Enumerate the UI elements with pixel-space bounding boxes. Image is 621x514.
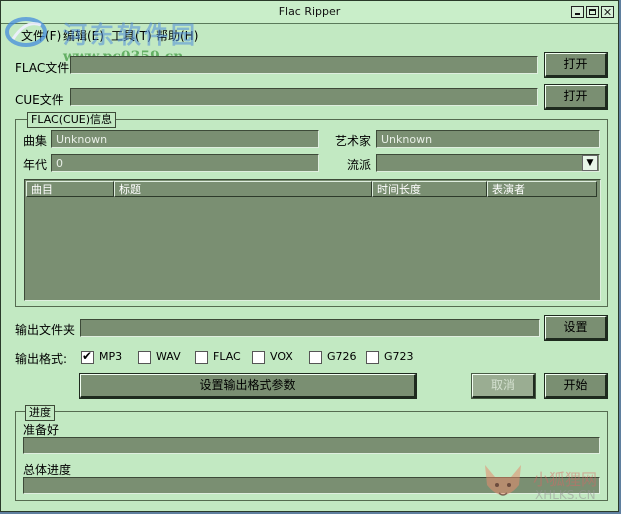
chevron-down-icon[interactable]: ▼	[582, 155, 598, 171]
fox-watermark-icon	[485, 465, 521, 496]
format-g723-label: G723	[384, 350, 414, 363]
format-params-button[interactable]: 设置输出格式参数	[79, 373, 417, 399]
artist-label: 艺术家	[335, 134, 372, 148]
minimize-button[interactable]	[571, 6, 584, 18]
flac-info-group-title: FLAC(CUE)信息	[27, 112, 116, 128]
output-format-label: 输出格式:	[15, 352, 68, 366]
flac-file-label: FLAC文件	[15, 61, 70, 75]
progress-status-label: 准备好	[23, 423, 60, 437]
format-g723-checkbox[interactable]	[366, 351, 379, 364]
watermark-logo-icon	[5, 17, 47, 47]
format-flac-label: FLAC	[213, 350, 241, 363]
format-mp3-checkbox[interactable]	[81, 349, 94, 364]
format-wav-label: WAV	[156, 350, 181, 363]
album-label: 曲集	[23, 134, 48, 148]
watermark-site-name: 河东软件园	[63, 20, 198, 49]
cue-open-button[interactable]: 打开	[544, 84, 608, 110]
format-wav-checkbox[interactable]	[138, 351, 151, 364]
format-g726-label: G726	[327, 350, 357, 363]
format-mp3-label: MP3	[99, 350, 123, 363]
flac-ripper-window: Flac Ripper 文件(F) 编辑(E) 工具(T) 帮助(H) 河东软件…	[0, 0, 619, 512]
year-input[interactable]: 0	[51, 154, 319, 172]
format-g726-checkbox[interactable]	[309, 351, 322, 364]
flac-open-button[interactable]: 打开	[544, 52, 608, 78]
artist-input[interactable]: Unknown	[376, 130, 600, 148]
year-label: 年代	[23, 158, 48, 172]
column-header-title[interactable]: 标题	[114, 181, 372, 197]
overall-progress-label: 总体进度	[23, 463, 72, 477]
cue-file-input[interactable]	[70, 88, 538, 106]
window-controls	[571, 6, 614, 18]
current-progress-bar	[23, 437, 600, 454]
output-folder-input[interactable]	[80, 319, 540, 337]
column-header-track[interactable]: 曲目	[26, 181, 114, 197]
format-flac-checkbox[interactable]	[195, 351, 208, 364]
genre-select[interactable]	[376, 154, 600, 172]
cue-file-label: CUE文件	[15, 93, 64, 107]
column-header-performer[interactable]: 表演者	[487, 181, 597, 197]
flac-file-input[interactable]	[70, 56, 538, 74]
output-settings-button[interactable]: 设置	[544, 315, 608, 341]
format-vox-checkbox[interactable]	[252, 351, 265, 364]
genre-label: 流派	[347, 158, 372, 172]
maximize-button[interactable]	[586, 6, 599, 18]
corner-watermark-en: XHLKS.CN	[535, 488, 596, 502]
start-button[interactable]: 开始	[544, 373, 608, 399]
column-header-duration[interactable]: 时间长度	[372, 181, 487, 197]
format-vox-label: VOX	[270, 350, 293, 363]
progress-group-title: 进度	[25, 405, 55, 421]
cancel-button[interactable]: 取消	[471, 373, 536, 399]
corner-watermark-cn: 小狐狸网	[533, 470, 598, 489]
album-input[interactable]: Unknown	[51, 130, 319, 148]
track-list[interactable]: 曲目 标题 时间长度 表演者	[24, 179, 601, 301]
output-folder-label: 输出文件夹	[15, 323, 76, 337]
close-button[interactable]	[601, 6, 614, 18]
